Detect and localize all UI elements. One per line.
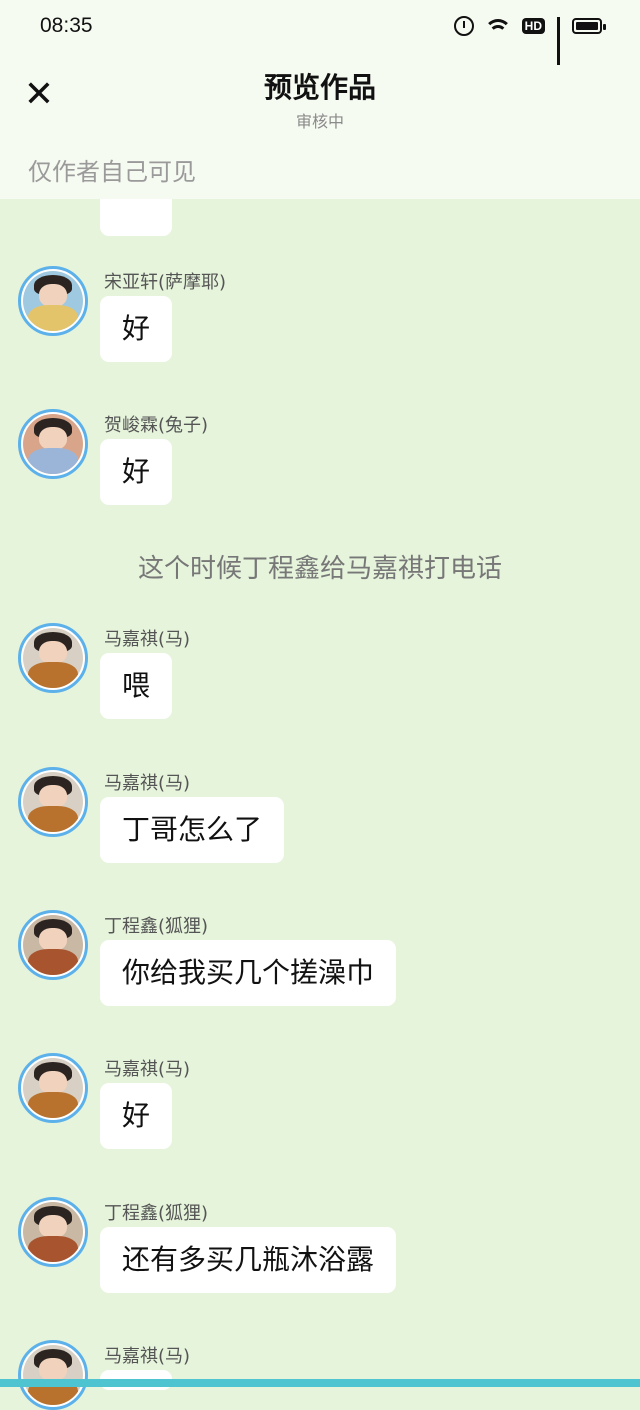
avatar[interactable] [18, 266, 88, 336]
avatar[interactable] [18, 767, 88, 837]
sender-name: 丁程鑫(狐狸) [104, 1203, 209, 1224]
avatar[interactable] [18, 910, 88, 980]
status-time: 08:35 [40, 14, 93, 37]
sender-name: 马嘉祺(马) [104, 1346, 191, 1367]
header: ✕ 预览作品 审核中 仅作者自己可见 [0, 56, 640, 199]
chat-area[interactable]: 宋亚轩(萨摩耶) 好 贺峻霖(兔子) 好 这个时候丁程鑫给马嘉祺打电话 马嘉祺(… [0, 0, 640, 1410]
sender-name: 贺峻霖(兔子) [104, 415, 209, 436]
status-bar: 08:35 HD [0, 0, 640, 65]
message-bubble[interactable]: 好 [100, 1083, 173, 1149]
narration-text: 这个时候丁程鑫给马嘉祺打电话 [137, 554, 502, 584]
message-bubble[interactable]: 好 [100, 439, 173, 505]
sender-name: 马嘉祺(马) [104, 1059, 191, 1080]
hd-badge: HD [521, 18, 545, 34]
sender-name: 宋亚轩(萨摩耶) [104, 272, 227, 293]
avatar[interactable] [18, 1197, 88, 1267]
avatar[interactable] [18, 1053, 88, 1123]
page-title: 预览作品 [263, 71, 376, 104]
sender-name: 马嘉祺(马) [104, 629, 191, 650]
bottom-accent-bar [0, 1379, 640, 1387]
avatar[interactable] [18, 623, 88, 693]
wifi-icon [485, 17, 510, 35]
message-bubble[interactable]: 丁哥怎么了 [100, 797, 285, 863]
avatar[interactable] [18, 409, 88, 479]
message-bubble[interactable]: 你给我买几个搓澡巾 [100, 940, 397, 1006]
message-bubble[interactable]: 喂 [100, 653, 173, 719]
sender-name: 马嘉祺(马) [104, 773, 191, 794]
alarm-icon [453, 16, 474, 36]
battery-icon [572, 18, 606, 34]
visibility-note: 仅作者自己可见 [28, 158, 196, 186]
status-icons: HD [453, 16, 606, 65]
review-status: 审核中 [295, 112, 344, 131]
message-bubble[interactable]: 好 [100, 296, 173, 362]
avatar[interactable] [18, 1340, 88, 1410]
signal-4g-icon [557, 17, 560, 65]
sender-name: 丁程鑫(狐狸) [104, 916, 209, 937]
message-bubble[interactable]: 还有多买几瓶沐浴露 [100, 1227, 397, 1293]
